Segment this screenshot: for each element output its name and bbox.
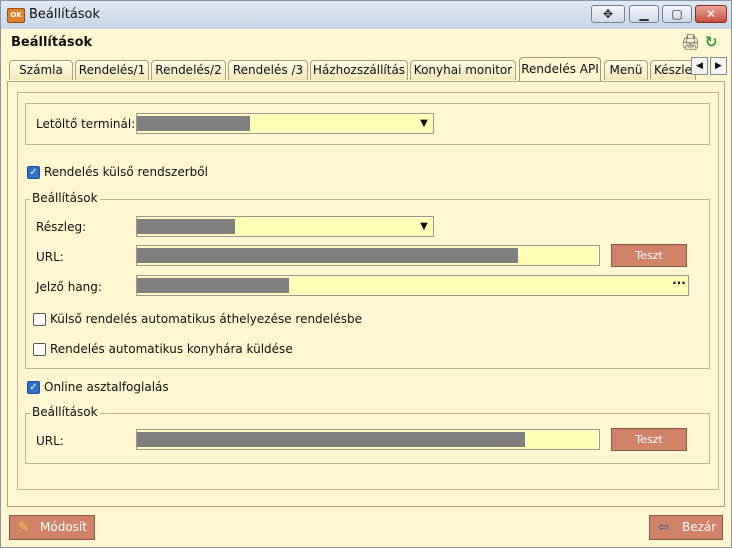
- tab-panel: Letöltő terminál: ▼ ✓ Rendelés külső ren…: [7, 81, 725, 507]
- tab-keszlet[interactable]: Készle: [650, 60, 696, 80]
- modify-button-label: Módosít: [40, 520, 87, 534]
- maximize-button[interactable]: ▢: [662, 5, 692, 23]
- external-settings-group: Beállítások Részleg: ▼ URL: Teszt Jelző …: [25, 191, 710, 369]
- auto-kitchen-checkbox[interactable]: [33, 343, 46, 356]
- online-booking-label: Online asztalfoglalás: [44, 380, 169, 394]
- settings-frame: Letöltő terminál: ▼ ✓ Rendelés külső ren…: [17, 92, 719, 490]
- tab-menu[interactable]: Menü: [604, 60, 648, 80]
- tab-konyhai-monitor[interactable]: Konyhai monitor: [410, 60, 516, 80]
- sound-label: Jelző hang:: [36, 280, 102, 294]
- url-label: URL:: [36, 434, 64, 448]
- app-icon: OK: [7, 8, 25, 23]
- test-url-button[interactable]: Teszt: [611, 244, 687, 267]
- page-header: Beállítások 🖨 ↻: [1, 29, 731, 57]
- online-url-input[interactable]: [136, 429, 600, 450]
- redacted-value: [137, 116, 250, 131]
- settings-legend: Beállítások: [30, 405, 100, 419]
- redacted-value: [137, 248, 518, 263]
- redacted-value: [137, 432, 525, 447]
- browse-button[interactable]: ···: [670, 276, 688, 295]
- auto-kitchen-label: Rendelés automatikus konyhára küldése: [50, 342, 293, 356]
- auto-move-checkbox[interactable]: [33, 313, 46, 326]
- terminal-label: Letöltő terminál:: [36, 117, 136, 131]
- department-label: Részleg:: [36, 220, 87, 234]
- dropdown-arrow-icon[interactable]: ▼: [415, 217, 433, 236]
- exit-icon: ⇦: [658, 520, 669, 535]
- redacted-value: [137, 219, 235, 234]
- terminal-group: Letöltő terminál: ▼: [25, 103, 710, 145]
- move-window-button[interactable]: ✥: [591, 5, 625, 23]
- close-button[interactable]: ⇦ Bezár: [649, 515, 723, 540]
- page-title: Beállítások: [11, 35, 93, 50]
- test-online-url-button[interactable]: Teszt: [611, 428, 687, 451]
- external-orders-label: Rendelés külső rendszerből: [44, 165, 208, 179]
- title-bar[interactable]: OK Beállítások ✥ ▁ ▢ ✕: [1, 1, 731, 30]
- pencil-icon: ✎: [18, 520, 29, 535]
- minimize-button[interactable]: ▁: [629, 5, 659, 23]
- tab-scroll-right-icon[interactable]: ▶: [710, 57, 727, 75]
- window-title: Beállítások: [29, 7, 101, 22]
- dropdown-arrow-icon[interactable]: ▼: [415, 114, 433, 133]
- terminal-select[interactable]: ▼: [136, 113, 434, 134]
- tab-hazhozszallitas[interactable]: Házhozszállítás: [310, 60, 408, 80]
- url-label: URL:: [36, 250, 64, 264]
- tab-rendeles-1[interactable]: Rendelés/1: [75, 60, 149, 80]
- sound-input[interactable]: ···: [136, 275, 689, 296]
- redacted-value: [137, 278, 289, 293]
- settings-legend: Beállítások: [30, 191, 100, 205]
- url-input[interactable]: [136, 245, 600, 266]
- department-select[interactable]: ▼: [136, 216, 434, 237]
- auto-move-label: Külső rendelés automatikus áthelyezése r…: [50, 312, 363, 326]
- online-booking-checkbox[interactable]: ✓: [27, 381, 40, 394]
- tab-rendeles-2[interactable]: Rendelés/2: [151, 60, 226, 80]
- close-window-button[interactable]: ✕: [695, 5, 727, 23]
- tab-szamla[interactable]: Számla: [9, 60, 73, 80]
- online-settings-group: Beállítások URL: Teszt: [25, 405, 710, 464]
- settings-window: OK Beállítások ✥ ▁ ▢ ✕ Beállítások 🖨 ↻ S…: [0, 0, 732, 548]
- tab-scroll-buttons: ◀ ▶: [691, 57, 729, 75]
- tab-scroll-left-icon[interactable]: ◀: [691, 57, 708, 75]
- tab-rendeles-3[interactable]: Rendelés /3: [228, 60, 308, 80]
- refresh-icon[interactable]: ↻: [705, 33, 718, 51]
- printer-icon[interactable]: 🖨: [681, 33, 700, 51]
- tab-rendeles-api[interactable]: Rendelés API: [519, 57, 601, 81]
- close-button-label: Bezár: [682, 520, 717, 534]
- modify-button[interactable]: ✎ Módosít: [9, 515, 95, 540]
- external-orders-checkbox[interactable]: ✓: [27, 166, 40, 179]
- tab-bar: Számla Rendelés/1 Rendelés/2 Rendelés /3…: [1, 57, 731, 81]
